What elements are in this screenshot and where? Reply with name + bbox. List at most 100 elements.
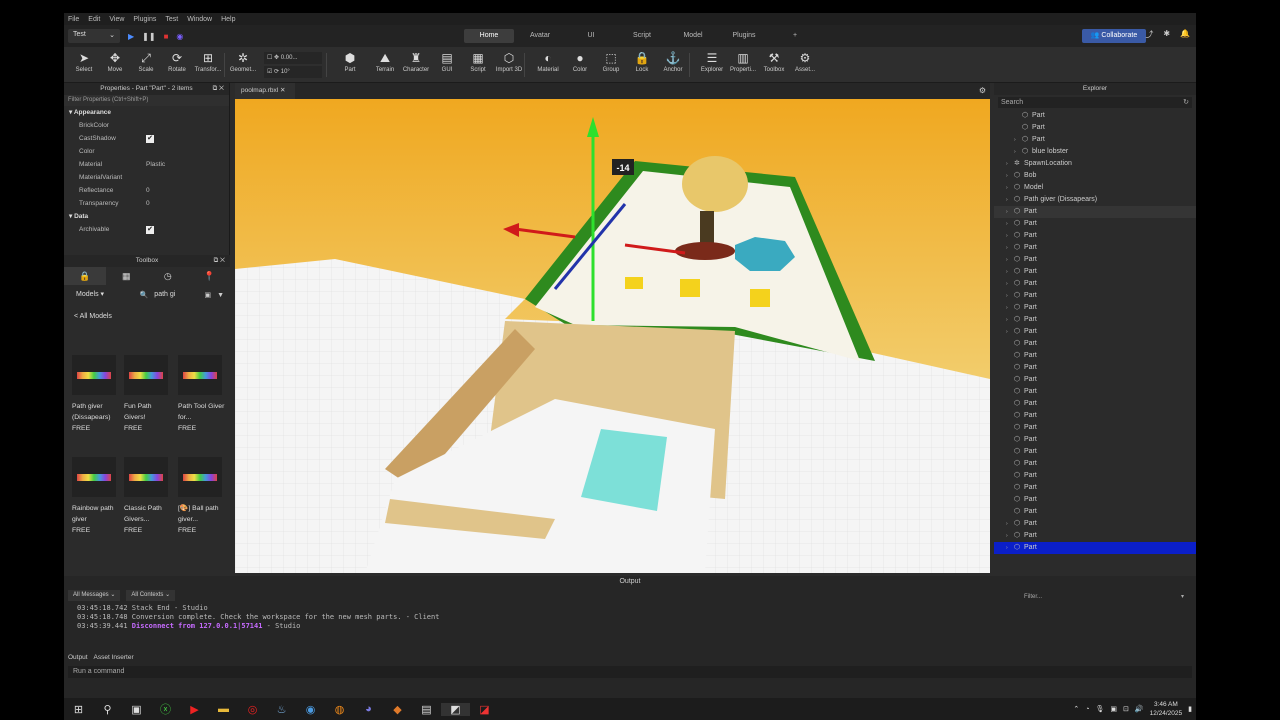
- edge-icon[interactable]: ◉: [296, 703, 325, 716]
- notification-icon[interactable]: ▮: [1188, 705, 1192, 713]
- toolbox-item[interactable]: Path Tool Giver for... FREE: [178, 355, 228, 434]
- ribbon-part-button[interactable]: ⬢ Part: [334, 47, 366, 83]
- menu-item-file[interactable]: File: [68, 16, 79, 23]
- ribbon-asset-button[interactable]: ⚙ Asset...: [789, 47, 821, 83]
- firefox-icon[interactable]: ◍: [325, 703, 354, 716]
- property-value[interactable]: ✔: [146, 132, 154, 145]
- ribbon-lock-button[interactable]: 🔒 Lock: [626, 47, 658, 83]
- ribbon-rotate-button[interactable]: ⟳ Rotate: [161, 47, 193, 83]
- explorer-row[interactable]: ⬡ Part: [994, 350, 1196, 362]
- expand-arrow-icon[interactable]: ›: [1006, 530, 1014, 542]
- explorer-row[interactable]: ⬡ Part: [994, 506, 1196, 518]
- collaborate-button[interactable]: 👥 Collaborate: [1082, 29, 1146, 43]
- appearance-section[interactable]: ▾ Appearance: [64, 106, 229, 119]
- expand-arrow-icon[interactable]: ›: [1014, 134, 1022, 146]
- explorer-row[interactable]: ⬡ Part: [994, 410, 1196, 422]
- ribbon-properti-button[interactable]: ▥ Properti...: [727, 47, 759, 83]
- expand-arrow-icon[interactable]: ›: [1006, 242, 1014, 254]
- ribbon-geomet-button[interactable]: ✲ Geomet...: [227, 47, 259, 83]
- property-row[interactable]: MaterialVariant: [64, 171, 229, 184]
- tab-model[interactable]: Model: [668, 29, 718, 43]
- tray-icon[interactable]: ◔: [1085, 706, 1089, 713]
- property-row[interactable]: BrickColor: [64, 119, 229, 132]
- menu-item-view[interactable]: View: [109, 16, 124, 23]
- toolbox-item[interactable]: Path giver (Dissapears) FREE: [72, 355, 122, 434]
- expand-arrow-icon[interactable]: ›: [1006, 158, 1014, 170]
- menu-item-edit[interactable]: Edit: [88, 16, 100, 23]
- expand-arrow-icon[interactable]: ›: [1006, 314, 1014, 326]
- explorer-row[interactable]: ⬡ Part: [994, 398, 1196, 410]
- refresh-icon[interactable]: ↻: [1183, 97, 1189, 108]
- explorer-row[interactable]: › ⬡ blue lobster: [994, 146, 1196, 158]
- tab-avatar[interactable]: Avatar: [515, 29, 565, 43]
- tray-icon[interactable]: ▣: [1110, 705, 1117, 713]
- 3d-viewport[interactable]: -14: [235, 99, 990, 573]
- expand-arrow-icon[interactable]: ›: [1006, 290, 1014, 302]
- explorer-row[interactable]: ⬡ Part: [994, 434, 1196, 446]
- expand-arrow-icon[interactable]: ›: [1006, 266, 1014, 278]
- explorer-row[interactable]: › ⬡ Part: [994, 326, 1196, 338]
- steam-icon[interactable]: ♨: [267, 703, 296, 716]
- ribbon-gui-button[interactable]: ▤ GUI: [431, 47, 463, 83]
- app-icon[interactable]: ▤: [412, 703, 441, 716]
- explorer-row[interactable]: ⬡ Part: [994, 110, 1196, 122]
- explorer-row[interactable]: › ⬡ Part: [994, 278, 1196, 290]
- explorer-row[interactable]: ⬡ Part: [994, 482, 1196, 494]
- network-icon[interactable]: ⊡: [1123, 705, 1129, 713]
- explorer-row[interactable]: › ⬡ Part: [994, 542, 1196, 554]
- windows-start-icon[interactable]: ⊞: [64, 703, 93, 716]
- explorer-row[interactable]: ⬡ Part: [994, 362, 1196, 374]
- explorer-row[interactable]: ⬡ Part: [994, 470, 1196, 482]
- checkbox-icon[interactable]: ✔: [146, 135, 154, 143]
- expand-arrow-icon[interactable]: ›: [1006, 230, 1014, 242]
- rotate-snap-field[interactable]: ☑ ⟳ 10°: [264, 66, 322, 78]
- explorer-row[interactable]: ⬡ Part: [994, 458, 1196, 470]
- tab-ui[interactable]: UI: [566, 29, 616, 43]
- tab-home[interactable]: Home: [464, 29, 514, 43]
- explorer-row[interactable]: › ⬡ Part: [994, 218, 1196, 230]
- viewport-settings-icon[interactable]: ⚙: [979, 86, 986, 95]
- property-filter-input[interactable]: Filter Properties (Ctrl+Shift+P): [64, 95, 229, 106]
- file-tab[interactable]: poolmap.rbxl ✕: [235, 83, 295, 99]
- explorer-row[interactable]: › ⬡ Model: [994, 182, 1196, 194]
- filter-icon[interactable]: ▼: [217, 292, 224, 299]
- volume-icon[interactable]: 🔊: [1135, 705, 1144, 713]
- expand-arrow-icon[interactable]: ›: [1006, 206, 1014, 218]
- expand-arrow-icon[interactable]: ›: [1006, 182, 1014, 194]
- menu-item-window[interactable]: Window: [187, 16, 212, 23]
- menu-item-help[interactable]: Help: [221, 16, 235, 23]
- pause-icon[interactable]: ❚❚: [142, 32, 155, 41]
- toolbox-item[interactable]: Classic Path Givers... FREE: [124, 457, 174, 536]
- property-row[interactable]: Reflectance 0: [64, 184, 229, 197]
- explorer-row[interactable]: › ⬡ Part: [994, 230, 1196, 242]
- property-row[interactable]: Color: [64, 145, 229, 158]
- explorer-row[interactable]: › ⬡ Part: [994, 314, 1196, 326]
- explorer-row[interactable]: ⬡ Part: [994, 122, 1196, 134]
- property-row[interactable]: Transparency 0: [64, 197, 229, 210]
- ribbon-character-button[interactable]: ♜ Character: [400, 47, 432, 83]
- explorer-row[interactable]: › ⬡ Part: [994, 302, 1196, 314]
- share-icon[interactable]: ⤴: [1145, 29, 1153, 40]
- ribbon-select-button[interactable]: ➤ Select: [68, 47, 100, 83]
- ribbon-move-button[interactable]: ✥ Move: [99, 47, 131, 83]
- property-row[interactable]: Material Plastic: [64, 158, 229, 171]
- output-tab-asset-inserter[interactable]: Asset Inserter: [94, 654, 134, 661]
- close-icon[interactable]: ⧉ ✕: [213, 83, 224, 95]
- ribbon-material-button[interactable]: ◐ Material: [532, 47, 564, 83]
- settings-icon[interactable]: ✱: [1163, 29, 1170, 40]
- search-icon[interactable]: ⚲: [93, 703, 122, 716]
- expand-arrow-icon[interactable]: ›: [1006, 542, 1014, 554]
- tab-add[interactable]: +: [770, 29, 820, 43]
- messages-filter[interactable]: All Messages ⌄: [68, 589, 121, 601]
- explorer-row[interactable]: ⬡ Part: [994, 386, 1196, 398]
- recent-clock-icon[interactable]: ◷: [147, 267, 189, 285]
- roblox-studio-icon[interactable]: ◩: [441, 702, 470, 716]
- app-icon[interactable]: ◆: [383, 703, 412, 716]
- tab-plugins[interactable]: Plugins: [719, 29, 769, 43]
- task-view-icon[interactable]: ▣: [122, 703, 151, 716]
- grid-icon[interactable]: ▦: [106, 267, 148, 285]
- toolbox-search-input[interactable]: path gi: [154, 288, 198, 302]
- expand-arrow-icon[interactable]: ›: [1006, 326, 1014, 338]
- explorer-row[interactable]: ⬡ Part: [994, 446, 1196, 458]
- explorer-row[interactable]: ⬡ Part: [994, 494, 1196, 506]
